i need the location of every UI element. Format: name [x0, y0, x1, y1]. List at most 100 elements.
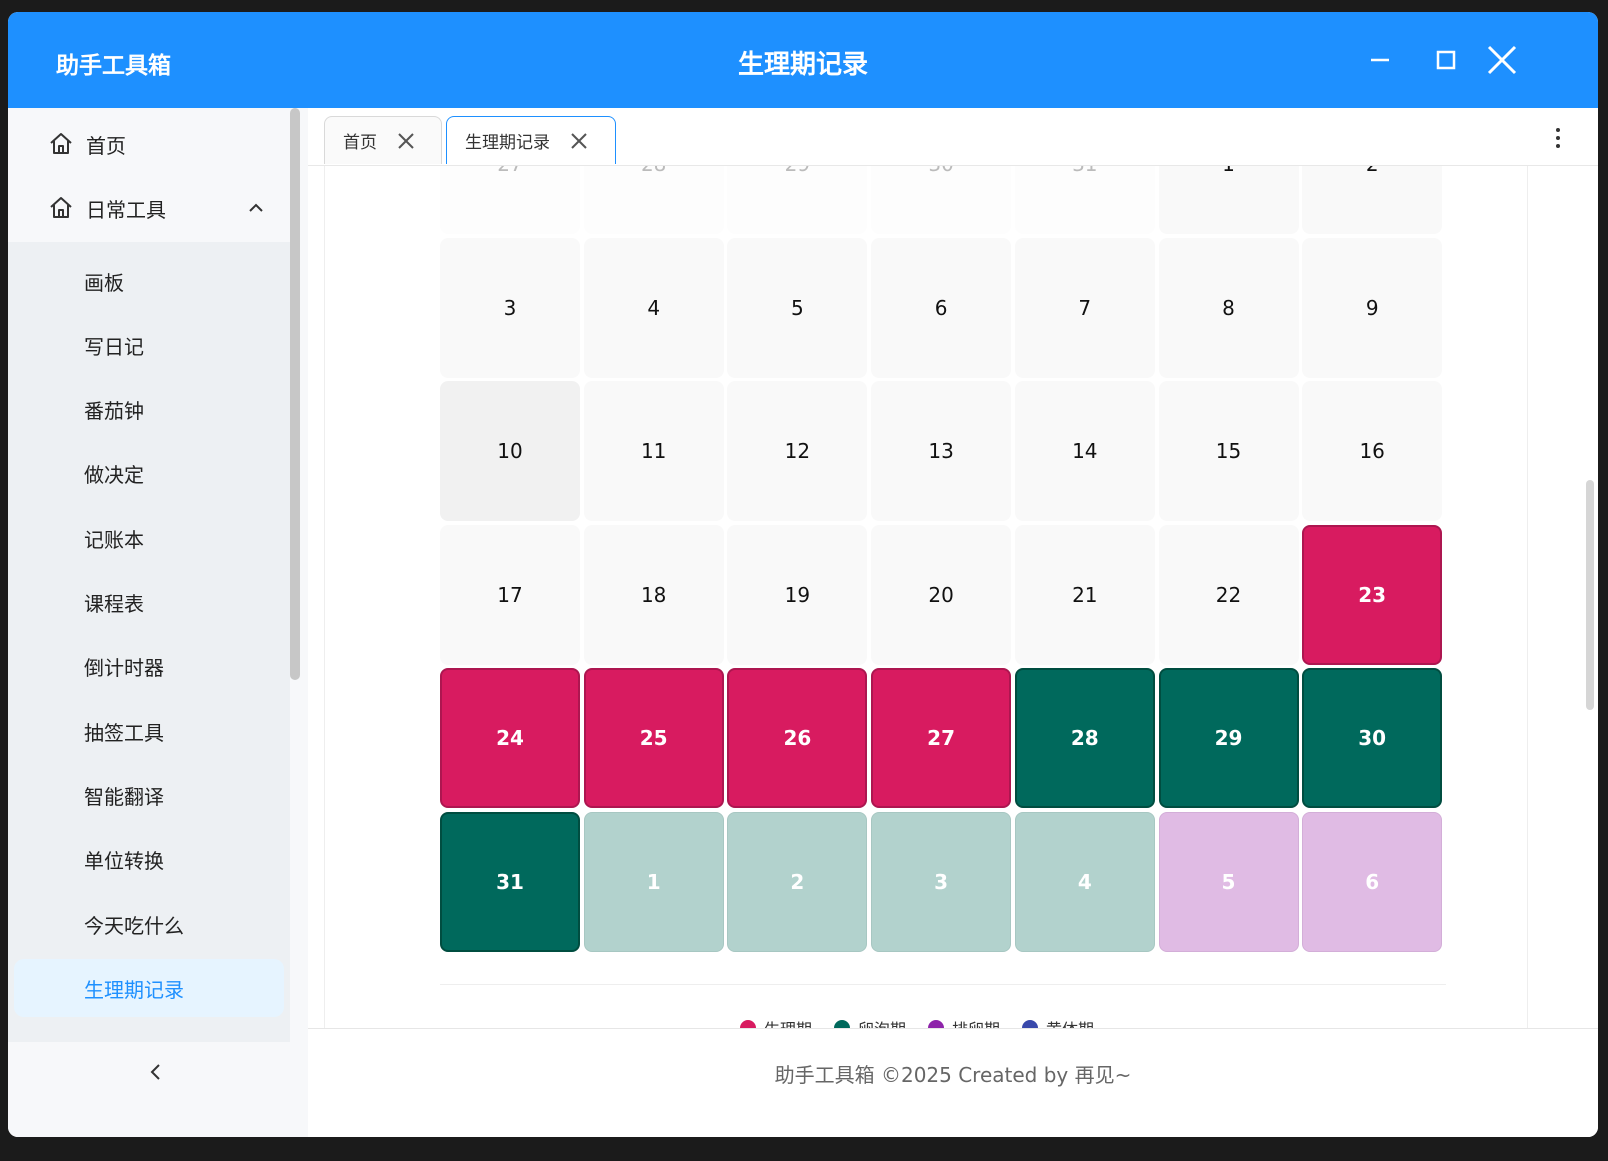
calendar-day-cell[interactable]: 28	[583, 166, 724, 234]
sidebar-item-label: 今天吃什么	[84, 913, 184, 938]
legend-dot-icon	[928, 1020, 945, 1028]
maximize-icon	[1436, 50, 1456, 70]
calendar-day-cell[interactable]: 17	[440, 524, 580, 665]
calendar-day-cell[interactable]: 26	[727, 668, 868, 808]
calendar-day-cell[interactable]: 13	[871, 381, 1012, 521]
calendar-day-cell[interactable]: 6	[1302, 811, 1443, 952]
calendar-day-cell[interactable]: 29	[1158, 668, 1299, 808]
calendar-day-cell[interactable]: 18	[583, 524, 724, 665]
calendar-day-cell[interactable]: 15	[1158, 381, 1299, 521]
minimize-icon	[1371, 58, 1389, 62]
sidebar-subitem[interactable]: 番茄钟	[8, 381, 290, 439]
calendar-day-cell[interactable]: 31	[1014, 166, 1155, 234]
tab-home[interactable]: 首页	[324, 116, 442, 164]
sidebar-scrollbar[interactable]	[290, 108, 300, 680]
calendar-day-cell[interactable]: 23	[1302, 524, 1443, 665]
calendar-day-cell[interactable]: 4	[1014, 811, 1155, 952]
sidebar-item-label: 倒计时器	[84, 656, 164, 681]
legend-label: 排卵期	[952, 1016, 1000, 1028]
calendar-day-cell[interactable]: 1	[583, 811, 724, 952]
close-icon[interactable]	[568, 130, 590, 152]
main-content: 2728293031123456789101112131415161718192…	[308, 166, 1598, 1028]
sidebar: 首页 日常工具 画板写日记番茄钟做决定记账本课程表倒计时器抽签工具智能翻译单位转…	[8, 108, 308, 1137]
more-vertical-icon	[1556, 128, 1560, 148]
legend-item: 排卵期	[928, 1016, 1000, 1028]
tab-label: 首页	[343, 133, 377, 153]
calendar-day-cell[interactable]: 24	[440, 668, 580, 808]
legend-dot-icon	[1022, 1020, 1039, 1028]
footer-text: 助手工具箱 ©2025 Created by 再见~	[774, 1063, 1132, 1087]
legend-item: 黄体期	[1022, 1016, 1094, 1028]
calendar-day-cell[interactable]: 30	[871, 166, 1012, 234]
calendar-day-cell[interactable]: 1	[1158, 166, 1299, 234]
calendar-day-cell[interactable]: 19	[727, 524, 868, 665]
maximize-button[interactable]	[1428, 42, 1464, 78]
sidebar-subitem[interactable]: 课程表	[8, 574, 290, 632]
sidebar-subitem[interactable]: 画板	[8, 252, 290, 310]
calendar-day-cell[interactable]: 5	[1158, 811, 1299, 952]
calendar-day-cell[interactable]: 6	[871, 237, 1012, 378]
sidebar-group-daily-tools[interactable]: 日常工具	[8, 180, 290, 236]
sidebar-item-home[interactable]: 首页	[8, 116, 290, 172]
sidebar-subitem[interactable]: 写日记	[8, 316, 290, 374]
calendar-day-cell[interactable]: 28	[1014, 668, 1155, 808]
close-icon	[1487, 45, 1517, 75]
calendar-day-cell[interactable]: 5	[727, 237, 868, 378]
tab-bar: 首页 生理期记录	[308, 108, 1598, 166]
legend-label: 生理期	[764, 1016, 812, 1028]
calendar-day-cell[interactable]: 14	[1014, 381, 1155, 521]
more-options-button[interactable]	[1548, 126, 1568, 150]
calendar-day-cell[interactable]: 7	[1014, 237, 1155, 378]
sidebar-item-label: 番茄钟	[84, 399, 144, 424]
sidebar-subitem[interactable]: 生理期记录	[14, 959, 284, 1018]
sidebar-item-label: 智能翻译	[84, 784, 164, 809]
calendar-day-cell[interactable]: 30	[1302, 668, 1443, 808]
calendar-day-cell[interactable]: 11	[583, 381, 724, 521]
calendar-day-cell[interactable]: 10	[440, 381, 580, 521]
calendar-day-cell[interactable]: 4	[583, 237, 724, 378]
sidebar-item-label: 生理期记录	[84, 977, 184, 1002]
calendar-day-cell[interactable]: 20	[871, 524, 1012, 665]
calendar-day-cell[interactable]: 3	[871, 811, 1012, 952]
calendar-day-cell[interactable]: 27	[440, 166, 580, 234]
calendar-day-cell[interactable]: 9	[1302, 237, 1443, 378]
chevron-up-icon	[249, 203, 263, 212]
calendar-day-cell[interactable]: 25	[583, 668, 724, 808]
calendar-day-cell[interactable]: 12	[727, 381, 868, 521]
tab-period-record[interactable]: 生理期记录	[446, 116, 616, 164]
sidebar-subitem[interactable]: 倒计时器	[8, 638, 290, 696]
legend-label: 卵泡期	[858, 1016, 906, 1028]
calendar-day-cell[interactable]: 3	[440, 237, 580, 378]
sidebar-subitem[interactable]: 今天吃什么	[8, 895, 290, 953]
calendar-day-cell[interactable]: 2	[1302, 166, 1443, 234]
content-scrollbar[interactable]	[1586, 480, 1594, 710]
legend-item: 卵泡期	[834, 1016, 906, 1028]
calendar-day-cell[interactable]: 16	[1302, 381, 1443, 521]
app-window: 助手工具箱 生理期记录 首页 日常工具 画板写日记番茄钟做决定记账本课程表倒计时…	[8, 12, 1598, 1137]
calendar-day-cell[interactable]: 27	[871, 668, 1012, 808]
legend-item: 生理期	[740, 1016, 812, 1028]
minimize-button[interactable]	[1362, 42, 1398, 78]
close-icon[interactable]	[395, 130, 417, 152]
sidebar-subitem[interactable]: 智能翻译	[8, 766, 290, 824]
sidebar-subitem[interactable]: 抽签工具	[8, 702, 290, 760]
sidebar-item-label: 做决定	[84, 463, 144, 488]
legend-dot-icon	[834, 1020, 851, 1028]
sidebar-subitem[interactable]: 单位转换	[8, 831, 290, 889]
sidebar-item-label: 日常工具	[86, 197, 166, 222]
tab-label: 生理期记录	[465, 133, 550, 153]
legend: 生理期 卵泡期 排卵期 黄体期	[740, 1016, 1094, 1028]
calendar-day-cell[interactable]: 8	[1158, 237, 1299, 378]
sidebar-subitem[interactable]: 记账本	[8, 509, 290, 567]
title-bar: 助手工具箱 生理期记录	[8, 12, 1598, 108]
calendar-day-cell[interactable]: 29	[727, 166, 868, 234]
calendar-day-cell[interactable]: 2	[727, 811, 868, 952]
legend-label: 黄体期	[1046, 1016, 1094, 1028]
collapse-sidebar-button[interactable]	[144, 1060, 168, 1084]
calendar-day-cell[interactable]: 21	[1014, 524, 1155, 665]
calendar-day-cell[interactable]: 31	[440, 811, 580, 952]
calendar-day-cell[interactable]: 22	[1158, 524, 1299, 665]
close-window-button[interactable]	[1484, 42, 1520, 78]
sidebar-item-label: 记账本	[84, 527, 144, 552]
sidebar-subitem[interactable]: 做决定	[8, 445, 290, 503]
